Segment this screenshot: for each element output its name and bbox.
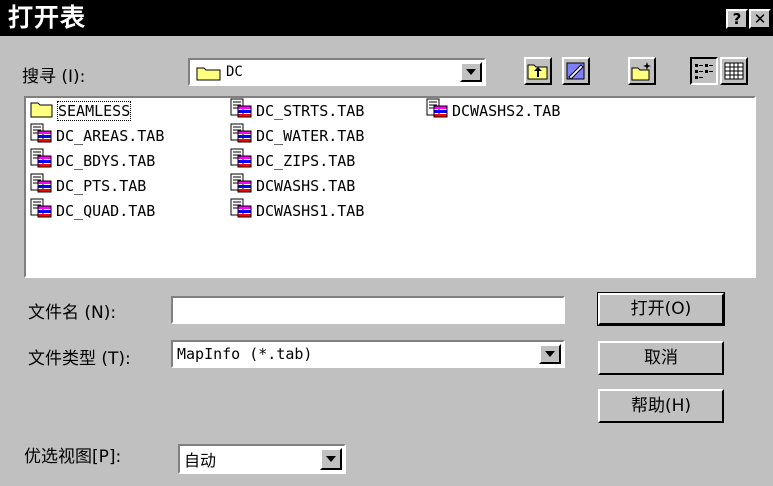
tab-file-icon: [426, 98, 448, 124]
filename-input[interactable]: [171, 296, 565, 324]
up-one-level-button[interactable]: [524, 57, 552, 85]
tab-file-icon: [230, 98, 252, 124]
filetype-value: MapInfo (*.tab): [177, 345, 313, 363]
filetype-dropdown-button[interactable]: [539, 344, 561, 364]
file-name: DCWASHS.TAB: [256, 177, 356, 195]
open-table-dialog: 打开表 ? ✕ 搜寻 (I): DC SEAMLESS DC_AREAS.TAB…: [0, 0, 773, 486]
cancel-button[interactable]: 取消: [598, 341, 724, 375]
look-in-dropdown-button[interactable]: [460, 62, 482, 82]
details-view-icon: [724, 62, 744, 84]
file-name: SEAMLESS: [56, 101, 132, 121]
filetype-combo[interactable]: MapInfo (*.tab): [171, 340, 565, 368]
file-name: DC_AREAS.TAB: [56, 127, 165, 145]
file-name: DCWASHS2.TAB: [452, 102, 561, 120]
file-name: DC_QUAD.TAB: [56, 202, 156, 220]
file-item[interactable]: DCWASHS2.TAB: [426, 98, 561, 124]
tab-file-icon: [230, 173, 252, 199]
file-item[interactable]: DC_BDYS.TAB: [30, 148, 156, 174]
preferred-view-combo[interactable]: 自动: [178, 444, 346, 474]
file-item[interactable]: DC_WATER.TAB: [230, 123, 365, 149]
tab-file-icon: [230, 198, 252, 224]
file-name: DC_PTS.TAB: [56, 177, 147, 195]
list-view-button[interactable]: [690, 57, 718, 85]
file-item[interactable]: DC_AREAS.TAB: [30, 123, 165, 149]
look-in-label: 搜寻 (I):: [22, 67, 86, 87]
new-folder-button[interactable]: [628, 57, 656, 85]
file-name: DC_STRTS.TAB: [256, 102, 365, 120]
desktop-icon: [565, 60, 587, 86]
open-button[interactable]: 打开(O): [597, 292, 725, 326]
file-name: DC_WATER.TAB: [256, 127, 365, 145]
file-name: DCWASHS1.TAB: [256, 202, 365, 220]
tab-file-icon: [230, 148, 252, 174]
tab-file-icon: [30, 173, 52, 199]
preferred-view-label: 优选视图[P]:: [24, 447, 122, 467]
tab-file-icon: [30, 198, 52, 224]
details-view-button[interactable]: [720, 57, 748, 85]
file-item[interactable]: DC_STRTS.TAB: [230, 98, 365, 124]
file-list[interactable]: SEAMLESS DC_AREAS.TAB DC_BDYS.TAB DC_PTS.TA…: [24, 96, 756, 278]
up-one-level-icon: [527, 62, 549, 84]
file-item[interactable]: DC_ZIPS.TAB: [230, 148, 356, 174]
title-bar[interactable]: 打开表 ? ✕: [0, 0, 773, 36]
filename-label: 文件名 (N):: [28, 303, 117, 323]
help-button[interactable]: 帮助(H): [598, 389, 724, 423]
tab-file-icon: [30, 148, 52, 174]
preferred-view-dropdown-button[interactable]: [320, 448, 342, 470]
look-in-value: DC: [226, 64, 243, 80]
file-item[interactable]: DC_PTS.TAB: [30, 173, 147, 199]
file-item[interactable]: DCWASHS1.TAB: [230, 198, 365, 224]
desktop-button[interactable]: [562, 57, 590, 85]
tab-file-icon: [230, 123, 252, 149]
list-view-icon: [694, 62, 714, 84]
folder-icon: [196, 65, 222, 85]
new-folder-icon: [631, 61, 653, 85]
close-button[interactable]: ✕: [749, 9, 771, 29]
help-title-button[interactable]: ?: [726, 9, 748, 29]
file-item[interactable]: DCWASHS.TAB: [230, 173, 356, 199]
file-name: DC_BDYS.TAB: [56, 152, 156, 170]
filetype-label: 文件类型 (T):: [28, 349, 131, 369]
file-item[interactable]: DC_QUAD.TAB: [30, 198, 156, 224]
file-name: DC_ZIPS.TAB: [256, 152, 356, 170]
window-title: 打开表: [8, 3, 87, 32]
folder-item[interactable]: SEAMLESS: [30, 100, 132, 122]
look-in-combo[interactable]: DC: [188, 58, 486, 86]
folder-icon: [30, 100, 54, 122]
preferred-view-value: 自动: [184, 451, 217, 470]
tab-file-icon: [30, 123, 52, 149]
